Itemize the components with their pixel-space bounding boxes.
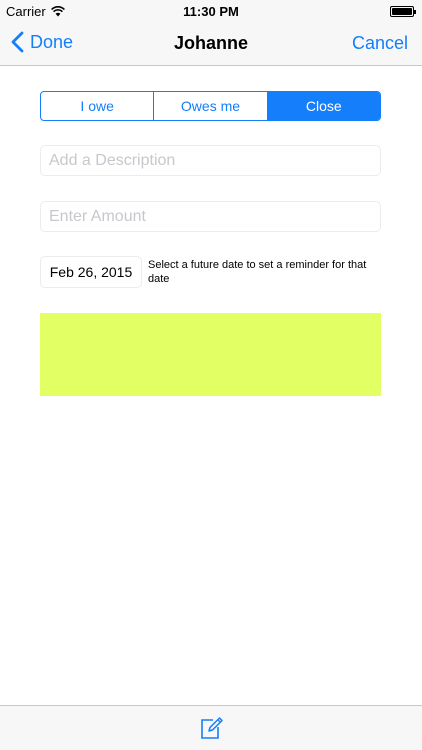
status-time: 11:30 PM: [183, 4, 239, 19]
compose-icon[interactable]: [199, 716, 223, 740]
segment-owes-me[interactable]: Owes me: [153, 92, 266, 120]
battery-tip: [414, 10, 416, 14]
battery-icon: [390, 6, 416, 17]
date-field[interactable]: Feb 26, 2015: [40, 256, 142, 288]
battery-fill: [392, 8, 412, 15]
nav-bar: Done Johanne Cancel: [0, 22, 422, 66]
screen: Carrier 11:30 PM Done Johanne Cancel I o…: [0, 0, 422, 750]
status-bar: Carrier 11:30 PM: [0, 0, 422, 22]
description-field[interactable]: [40, 145, 381, 176]
segment-i-owe[interactable]: I owe: [41, 92, 153, 120]
color-panel: [40, 313, 381, 396]
date-hint: Select a future date to set a reminder f…: [148, 259, 367, 285]
cancel-button[interactable]: Cancel: [352, 33, 408, 54]
bottom-toolbar: [0, 705, 422, 750]
segment-close[interactable]: Close: [266, 92, 380, 120]
segmented-control: I owe Owes me Close: [40, 91, 381, 121]
amount-field[interactable]: [40, 201, 381, 232]
